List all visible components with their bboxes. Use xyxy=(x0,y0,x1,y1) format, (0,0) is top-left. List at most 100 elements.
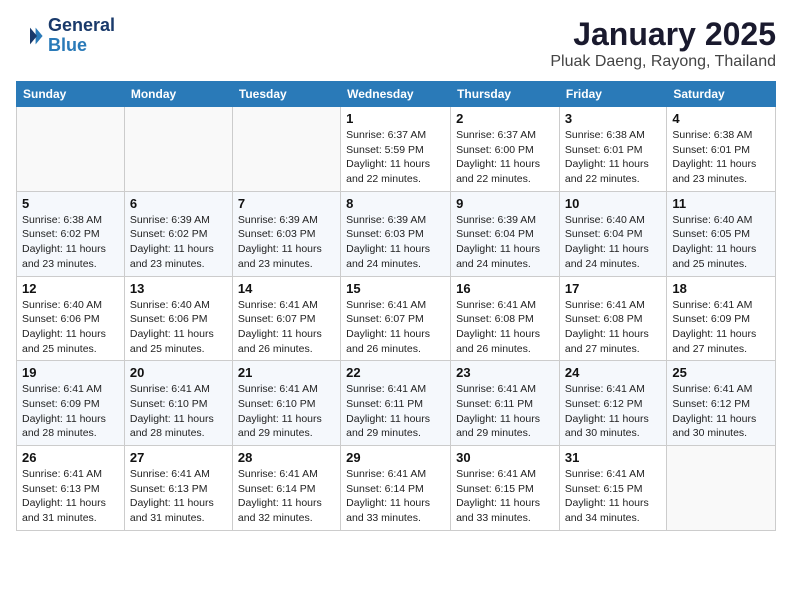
day-info: Sunrise: 6:41 AM Sunset: 6:15 PM Dayligh… xyxy=(565,467,661,526)
weekday-header-friday: Friday xyxy=(559,82,666,107)
day-info: Sunrise: 6:38 AM Sunset: 6:02 PM Dayligh… xyxy=(22,213,119,272)
day-info: Sunrise: 6:41 AM Sunset: 6:12 PM Dayligh… xyxy=(672,382,770,441)
day-number: 15 xyxy=(346,281,445,296)
calendar-cell xyxy=(667,446,776,531)
calendar-cell: 14Sunrise: 6:41 AM Sunset: 6:07 PM Dayli… xyxy=(232,276,340,361)
calendar-cell: 12 Sunrise: 6:40 AM Sunset: 6:06 PM Dayli… xyxy=(17,276,125,361)
day-number: 31 xyxy=(565,450,661,465)
title-block: January 2025 Pluak Daeng, Rayong, Thaila… xyxy=(550,16,776,71)
day-number: 13 xyxy=(130,281,227,296)
page-header: General Blue January 2025 Pluak Daeng, R… xyxy=(16,16,776,71)
day-number: 3 xyxy=(565,111,661,126)
calendar-week-1: 1 Sunrise: 6:37 AM Sunset: 5:59 PM Daylig… xyxy=(17,107,776,192)
calendar-cell: 27 Sunrise: 6:41 AM Sunset: 6:13 PM Dayli… xyxy=(124,446,232,531)
weekday-header-monday: Monday xyxy=(124,82,232,107)
day-info: Sunrise: 6:40 AM Sunset: 6:04 PM Dayligh… xyxy=(565,213,661,272)
day-number: 12 xyxy=(22,281,119,296)
day-info: Sunrise: 6:41 AM Sunset: 6:12 PM Dayligh… xyxy=(565,382,661,441)
calendar-cell: 24 Sunrise: 6:41 AM Sunset: 6:12 PM Dayli… xyxy=(559,361,666,446)
calendar-cell: 23 Sunrise: 6:41 AM Sunset: 6:11 PM Dayli… xyxy=(451,361,560,446)
calendar-cell: 3Sunrise: 6:38 AM Sunset: 6:01 PM Daylig… xyxy=(559,107,666,192)
day-number: 20 xyxy=(130,365,227,380)
day-info: Sunrise: 6:41 AM Sunset: 6:11 PM Dayligh… xyxy=(346,382,445,441)
day-info: Sunrise: 6:41 AM Sunset: 6:11 PM Dayligh… xyxy=(456,382,554,441)
day-number: 6 xyxy=(130,196,227,211)
calendar-cell: 17 Sunrise: 6:41 AM Sunset: 6:08 PM Dayli… xyxy=(559,276,666,361)
day-info: Sunrise: 6:41 AM Sunset: 6:14 PM Dayligh… xyxy=(238,467,335,526)
day-number: 2 xyxy=(456,111,554,126)
day-number: 17 xyxy=(565,281,661,296)
day-number: 24 xyxy=(565,365,661,380)
day-info: Sunrise: 6:41 AM Sunset: 6:07 PM Dayligh… xyxy=(346,298,445,357)
calendar-cell: 26Sunrise: 6:41 AM Sunset: 6:13 PM Dayli… xyxy=(17,446,125,531)
calendar-week-4: 19 Sunrise: 6:41 AM Sunset: 6:09 PM Dayli… xyxy=(17,361,776,446)
day-number: 4 xyxy=(672,111,770,126)
calendar-cell: 4Sunrise: 6:38 AM Sunset: 6:01 PM Daylig… xyxy=(667,107,776,192)
day-number: 27 xyxy=(130,450,227,465)
day-info: Sunrise: 6:41 AM Sunset: 6:13 PM Dayligh… xyxy=(130,467,227,526)
day-info: Sunrise: 6:39 AM Sunset: 6:03 PM Dayligh… xyxy=(346,213,445,272)
weekday-header-wednesday: Wednesday xyxy=(341,82,451,107)
logo: General Blue xyxy=(16,16,115,56)
day-info: Sunrise: 6:41 AM Sunset: 6:13 PM Dayligh… xyxy=(22,467,119,526)
calendar-week-3: 12 Sunrise: 6:40 AM Sunset: 6:06 PM Dayli… xyxy=(17,276,776,361)
day-info: Sunrise: 6:41 AM Sunset: 6:07 PM Dayligh… xyxy=(238,298,335,357)
calendar-cell: 30Sunrise: 6:41 AM Sunset: 6:15 PM Dayli… xyxy=(451,446,560,531)
calendar-cell: 2 Sunrise: 6:37 AM Sunset: 6:00 PM Daylig… xyxy=(451,107,560,192)
calendar-cell: 29 Sunrise: 6:41 AM Sunset: 6:14 PM Dayli… xyxy=(341,446,451,531)
calendar-cell: 15 Sunrise: 6:41 AM Sunset: 6:07 PM Dayli… xyxy=(341,276,451,361)
calendar-cell: 6 Sunrise: 6:39 AM Sunset: 6:02 PM Daylig… xyxy=(124,191,232,276)
logo-icon xyxy=(16,22,44,50)
calendar-cell xyxy=(232,107,340,192)
day-number: 11 xyxy=(672,196,770,211)
calendar-cell: 19 Sunrise: 6:41 AM Sunset: 6:09 PM Dayli… xyxy=(17,361,125,446)
month-title: January 2025 xyxy=(550,16,776,53)
day-number: 30 xyxy=(456,450,554,465)
calendar-cell: 8 Sunrise: 6:39 AM Sunset: 6:03 PM Daylig… xyxy=(341,191,451,276)
day-info: Sunrise: 6:39 AM Sunset: 6:02 PM Dayligh… xyxy=(130,213,227,272)
calendar-table: SundayMondayTuesdayWednesdayThursdayFrid… xyxy=(16,81,776,531)
calendar-week-2: 5Sunrise: 6:38 AM Sunset: 6:02 PM Daylig… xyxy=(17,191,776,276)
weekday-header-row: SundayMondayTuesdayWednesdayThursdayFrid… xyxy=(17,82,776,107)
calendar-cell: 16Sunrise: 6:41 AM Sunset: 6:08 PM Dayli… xyxy=(451,276,560,361)
day-info: Sunrise: 6:41 AM Sunset: 6:14 PM Dayligh… xyxy=(346,467,445,526)
day-info: Sunrise: 6:41 AM Sunset: 6:09 PM Dayligh… xyxy=(22,382,119,441)
day-number: 7 xyxy=(238,196,335,211)
day-number: 19 xyxy=(22,365,119,380)
day-number: 8 xyxy=(346,196,445,211)
calendar-cell: 18Sunrise: 6:41 AM Sunset: 6:09 PM Dayli… xyxy=(667,276,776,361)
calendar-cell: 31 Sunrise: 6:41 AM Sunset: 6:15 PM Dayli… xyxy=(559,446,666,531)
calendar-cell: 7 Sunrise: 6:39 AM Sunset: 6:03 PM Daylig… xyxy=(232,191,340,276)
day-number: 29 xyxy=(346,450,445,465)
day-info: Sunrise: 6:39 AM Sunset: 6:03 PM Dayligh… xyxy=(238,213,335,272)
calendar-cell: 10Sunrise: 6:40 AM Sunset: 6:04 PM Dayli… xyxy=(559,191,666,276)
day-info: Sunrise: 6:41 AM Sunset: 6:10 PM Dayligh… xyxy=(238,382,335,441)
day-number: 21 xyxy=(238,365,335,380)
calendar-cell: 11Sunrise: 6:40 AM Sunset: 6:05 PM Dayli… xyxy=(667,191,776,276)
day-info: Sunrise: 6:41 AM Sunset: 6:09 PM Dayligh… xyxy=(672,298,770,357)
day-info: Sunrise: 6:41 AM Sunset: 6:08 PM Dayligh… xyxy=(456,298,554,357)
day-info: Sunrise: 6:40 AM Sunset: 6:06 PM Dayligh… xyxy=(22,298,119,357)
calendar-cell: 20Sunrise: 6:41 AM Sunset: 6:10 PM Dayli… xyxy=(124,361,232,446)
location-title: Pluak Daeng, Rayong, Thailand xyxy=(550,53,776,71)
day-info: Sunrise: 6:37 AM Sunset: 5:59 PM Dayligh… xyxy=(346,128,445,187)
day-number: 28 xyxy=(238,450,335,465)
calendar-cell: 25Sunrise: 6:41 AM Sunset: 6:12 PM Dayli… xyxy=(667,361,776,446)
logo-text: General Blue xyxy=(48,16,115,56)
calendar-cell: 13Sunrise: 6:40 AM Sunset: 6:06 PM Dayli… xyxy=(124,276,232,361)
calendar-cell: 5Sunrise: 6:38 AM Sunset: 6:02 PM Daylig… xyxy=(17,191,125,276)
day-info: Sunrise: 6:39 AM Sunset: 6:04 PM Dayligh… xyxy=(456,213,554,272)
day-number: 9 xyxy=(456,196,554,211)
weekday-header-sunday: Sunday xyxy=(17,82,125,107)
day-number: 23 xyxy=(456,365,554,380)
weekday-header-tuesday: Tuesday xyxy=(232,82,340,107)
day-info: Sunrise: 6:41 AM Sunset: 6:08 PM Dayligh… xyxy=(565,298,661,357)
day-info: Sunrise: 6:37 AM Sunset: 6:00 PM Dayligh… xyxy=(456,128,554,187)
day-number: 22 xyxy=(346,365,445,380)
calendar-cell xyxy=(124,107,232,192)
weekday-header-saturday: Saturday xyxy=(667,82,776,107)
calendar-cell: 21 Sunrise: 6:41 AM Sunset: 6:10 PM Dayli… xyxy=(232,361,340,446)
calendar-body: 1 Sunrise: 6:37 AM Sunset: 5:59 PM Daylig… xyxy=(17,107,776,531)
calendar-cell: 28 Sunrise: 6:41 AM Sunset: 6:14 PM Dayli… xyxy=(232,446,340,531)
day-number: 1 xyxy=(346,111,445,126)
